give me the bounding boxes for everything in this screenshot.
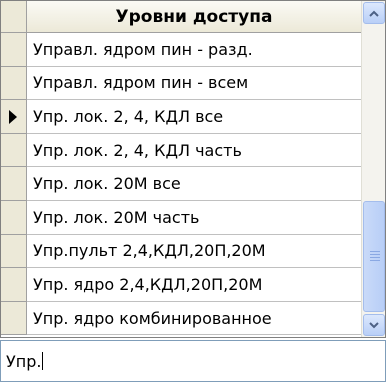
table-row[interactable]: Упр. ядро 2,4,КДЛ,20П,20М (1, 268, 361, 302)
table-row[interactable]: Упр. лок. 20М часть (1, 200, 361, 235)
table-row[interactable]: Упр. лок. 2, 4, КДЛ часть (1, 133, 361, 168)
thumb-grip-line (370, 257, 380, 258)
grid-header-row: Уровни доступа (1, 1, 361, 33)
row-selector[interactable] (1, 234, 27, 269)
access-level-cell[interactable]: Управл. ядром пин - всем (27, 67, 361, 101)
access-levels-grid: Уровни доступа Управл. ядром пин - разд.… (0, 0, 386, 338)
access-level-cell[interactable]: Упр. ядро комбинированное (27, 302, 361, 336)
grid-rows: Управл. ядром пин - разд. Управл. ядром … (1, 33, 361, 336)
row-selector[interactable] (1, 33, 27, 67)
access-level-cell[interactable]: Управл. ядром пин - разд. (27, 33, 361, 67)
row-selector[interactable] (1, 133, 27, 168)
scrollbar-thumb[interactable] (363, 201, 385, 312)
table-row[interactable]: Управл. ядром пин - разд. (1, 33, 361, 67)
access-level-cell[interactable]: Упр. ядро 2,4,КДЛ,20П,20М (27, 268, 361, 302)
table-row[interactable]: Упр. лок. 2, 4, КДЛ все (1, 100, 361, 134)
row-selector[interactable] (1, 167, 27, 201)
text-caret (42, 352, 44, 370)
table-row[interactable]: Упр. ядро комбинированное (1, 301, 361, 336)
access-level-cell[interactable]: Упр. лок. 2, 4, КДЛ все (27, 100, 361, 134)
table-row[interactable]: Упр. лок. 20М все (1, 167, 361, 201)
access-level-cell[interactable]: Упр. лок. 20М все (27, 167, 361, 201)
vertical-scrollbar[interactable] (361, 1, 385, 337)
row-selector[interactable] (1, 268, 27, 302)
access-level-cell[interactable]: Упр. лок. 20М часть (27, 201, 361, 235)
access-level-cell[interactable]: Упр.пульт 2,4,КДЛ,20П,20М (27, 235, 361, 269)
thumb-grip-line (370, 254, 380, 255)
row-selector[interactable] (1, 301, 27, 336)
table-row[interactable]: Упр.пульт 2,4,КДЛ,20П,20М (1, 234, 361, 269)
thumb-grip-line (370, 260, 380, 261)
row-selector[interactable] (1, 66, 27, 101)
chevron-up-icon (369, 10, 379, 17)
scroll-up-button[interactable] (363, 2, 385, 24)
chevron-down-icon (369, 321, 379, 328)
scroll-down-button[interactable] (363, 314, 385, 336)
search-input-value: Упр. (6, 351, 42, 371)
corner-header (1, 1, 27, 33)
current-row-arrow-icon (9, 110, 17, 125)
thumb-grip-line (370, 251, 380, 252)
search-input[interactable]: Упр. (0, 340, 386, 382)
row-selector[interactable] (1, 200, 27, 235)
table-row[interactable]: Управл. ядром пин - всем (1, 66, 361, 101)
row-selector[interactable] (1, 100, 27, 134)
access-level-cell[interactable]: Упр. лок. 2, 4, КДЛ часть (27, 134, 361, 168)
column-header-access-levels[interactable]: Уровни доступа (27, 1, 361, 33)
